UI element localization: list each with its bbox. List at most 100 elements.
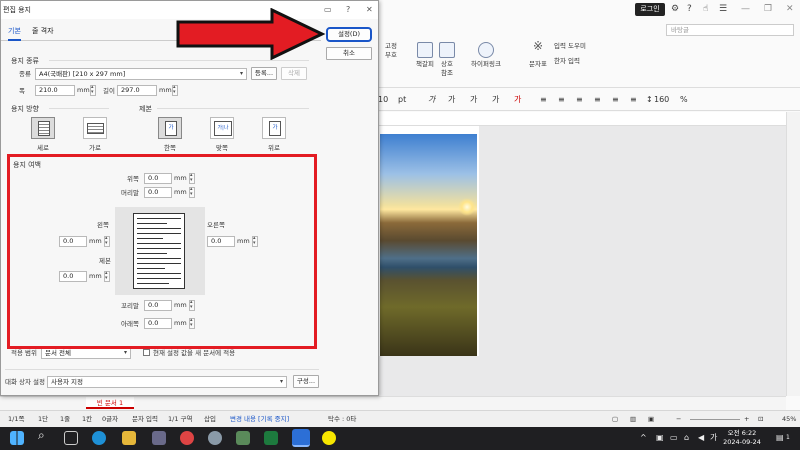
app-icon-3[interactable] xyxy=(236,431,250,445)
top-binding-icon: 가 xyxy=(269,121,281,136)
help-icon[interactable]: ? xyxy=(687,4,692,14)
align-justify-icon[interactable]: ≡ xyxy=(540,94,547,106)
app-icon-1[interactable] xyxy=(152,431,166,445)
align-right-icon[interactable]: ≡ xyxy=(594,94,601,106)
zoom-in-icon[interactable]: + xyxy=(744,415,749,424)
register-button[interactable]: 등록... xyxy=(251,67,277,80)
hand-icon[interactable]: ☝ xyxy=(703,4,708,14)
view-full-icon[interactable]: ▣ xyxy=(648,415,654,424)
status-track-changes[interactable]: 변경 내용 [기록 중지] xyxy=(230,415,289,424)
app-icon-2[interactable] xyxy=(208,431,222,445)
binding-one-side-option[interactable]: 가 xyxy=(158,117,182,139)
minimize-icon[interactable]: — xyxy=(741,4,750,14)
length-spinner[interactable] xyxy=(172,84,178,96)
line-spacing-icon[interactable]: ↕ xyxy=(646,94,653,106)
zoom-slider[interactable] xyxy=(690,419,740,420)
divider xyxy=(49,108,109,109)
status-column: 1칸 xyxy=(82,415,93,423)
zoom-fit-icon[interactable]: ⊡ xyxy=(758,415,763,424)
crossref-icon xyxy=(439,42,455,58)
align-center-icon[interactable]: ≡ xyxy=(576,94,583,106)
orientation-portrait-option[interactable] xyxy=(31,117,55,139)
delete-button[interactable]: 삭제 xyxy=(281,67,307,80)
top-label: 위로 xyxy=(268,144,280,152)
tray-expand-icon[interactable]: ^ xyxy=(640,433,647,443)
gear-icon[interactable]: ⚙ xyxy=(671,4,679,14)
orientation-landscape-option[interactable] xyxy=(83,117,107,139)
char-shape-icon[interactable]: 가 xyxy=(492,94,499,106)
login-button[interactable]: 로그인 xyxy=(635,3,665,16)
ribbon-btn-bookmark[interactable]: 책갈피 xyxy=(414,42,436,69)
font-size-unit[interactable]: pt xyxy=(398,94,406,106)
kakaotalk-icon[interactable] xyxy=(322,431,336,445)
distribute-icon[interactable]: ≡ xyxy=(612,94,619,106)
search-icon[interactable]: ⌕ xyxy=(38,429,45,441)
windows-start-icon[interactable] xyxy=(10,431,24,445)
length-field[interactable]: 297.0 xyxy=(117,85,157,96)
horizontal-scrollbar[interactable] xyxy=(378,396,786,410)
file-explorer-icon[interactable] xyxy=(122,431,136,445)
symbol-icon: ※ xyxy=(532,39,544,53)
divide-icon[interactable]: ≡ xyxy=(630,94,637,106)
underline-icon[interactable]: 가 xyxy=(448,94,455,106)
italic-icon[interactable]: 가 xyxy=(428,94,435,106)
highlight-box xyxy=(7,154,317,349)
width-field[interactable]: 210.0 xyxy=(35,85,75,96)
restore-icon[interactable]: ❐ xyxy=(764,4,772,14)
dialog-close-icon[interactable]: ✕ xyxy=(366,5,373,15)
ribbon-btn-hanja[interactable]: 한자 입력 xyxy=(554,57,580,66)
status-column-count: 1단 xyxy=(38,415,49,423)
binding-facing-option[interactable]: 가|나 xyxy=(210,117,234,139)
portrait-label: 세로 xyxy=(37,144,49,152)
ok-button[interactable]: 설정(D) xyxy=(326,27,372,42)
ribbon-btn-crossref[interactable]: 상호 참조 xyxy=(438,42,456,78)
view-page-icon[interactable]: ▥ xyxy=(630,415,636,424)
excel-icon[interactable] xyxy=(264,431,278,445)
edge-icon[interactable] xyxy=(92,431,106,445)
zoom-out-icon[interactable]: − xyxy=(676,415,681,424)
status-section: 1/1 구역 xyxy=(168,415,193,423)
tab-line-grid[interactable]: 줄 격자 xyxy=(32,26,54,36)
ribbon-btn-input-helper-label: 입력 도우미 xyxy=(554,42,586,50)
network-icon[interactable]: ⌂ xyxy=(684,433,689,443)
cancel-button[interactable]: 취소 xyxy=(326,47,372,60)
line-spacing-unit[interactable]: % xyxy=(680,94,688,106)
paper-kind-select[interactable]: A4(국배판) [210 x 297 mm] ▾ xyxy=(35,68,247,80)
tray-app-icon[interactable]: ▣ xyxy=(656,433,664,443)
width-spinner[interactable] xyxy=(90,84,96,96)
status-insert[interactable]: 삽입 xyxy=(204,415,216,424)
sun-glow xyxy=(458,198,476,216)
strike-icon[interactable]: 가 xyxy=(470,94,477,106)
font-color-icon[interactable]: 가 xyxy=(514,94,521,106)
align-left-icon[interactable]: ≡ xyxy=(558,94,565,106)
config-button[interactable]: 구성... xyxy=(293,375,319,388)
font-size-value[interactable]: 10 xyxy=(378,94,388,106)
zoom-percent[interactable]: 45% xyxy=(782,415,796,424)
chevron-down-icon: ▾ xyxy=(239,70,243,77)
ime-indicator-icon[interactable]: 가 xyxy=(710,433,717,443)
view-normal-icon[interactable]: ▢ xyxy=(612,415,618,424)
close-window-icon[interactable]: ✕ xyxy=(786,4,794,14)
notification-icon[interactable]: ▤ xyxy=(776,433,784,443)
ribbon-btn-fixed[interactable]: 고정 부호 xyxy=(382,42,400,60)
hwp-taskbar-icon[interactable] xyxy=(292,429,310,447)
apply-new-doc-checkbox[interactable] xyxy=(143,349,150,356)
volume-icon[interactable]: ◀ xyxy=(698,433,704,443)
ribbon-btn-char-table-label: 문자표 xyxy=(529,60,547,68)
tab-basic[interactable]: 기본 xyxy=(8,26,21,41)
ribbon-btn-hyperlink[interactable]: 하이퍼링크 xyxy=(468,42,504,69)
document-canvas xyxy=(378,126,786,396)
dialog-help-icon[interactable]: ? xyxy=(346,5,350,15)
menu-icon[interactable]: ☰ xyxy=(719,4,727,14)
task-view-icon[interactable] xyxy=(64,431,78,445)
vertical-scrollbar[interactable] xyxy=(786,112,800,396)
line-spacing-value[interactable]: 160 xyxy=(654,94,669,106)
ribbon-btn-input-helper[interactable]: 입력 도우미 xyxy=(554,42,586,51)
document-tab[interactable]: 빈 문서 1 xyxy=(86,397,134,409)
style-select[interactable]: 바탕글 xyxy=(666,24,794,36)
binding-top-option[interactable]: 가 xyxy=(262,117,286,139)
ribbon-btn-char-table[interactable]: ※ 문자표 xyxy=(526,39,550,69)
chrome-icon[interactable] xyxy=(180,431,194,445)
taskbar-clock[interactable]: 오전 6:22 2024-09-24 xyxy=(722,429,762,447)
dialog-setting-select[interactable]: 사용자 지정 ▾ xyxy=(47,376,287,388)
